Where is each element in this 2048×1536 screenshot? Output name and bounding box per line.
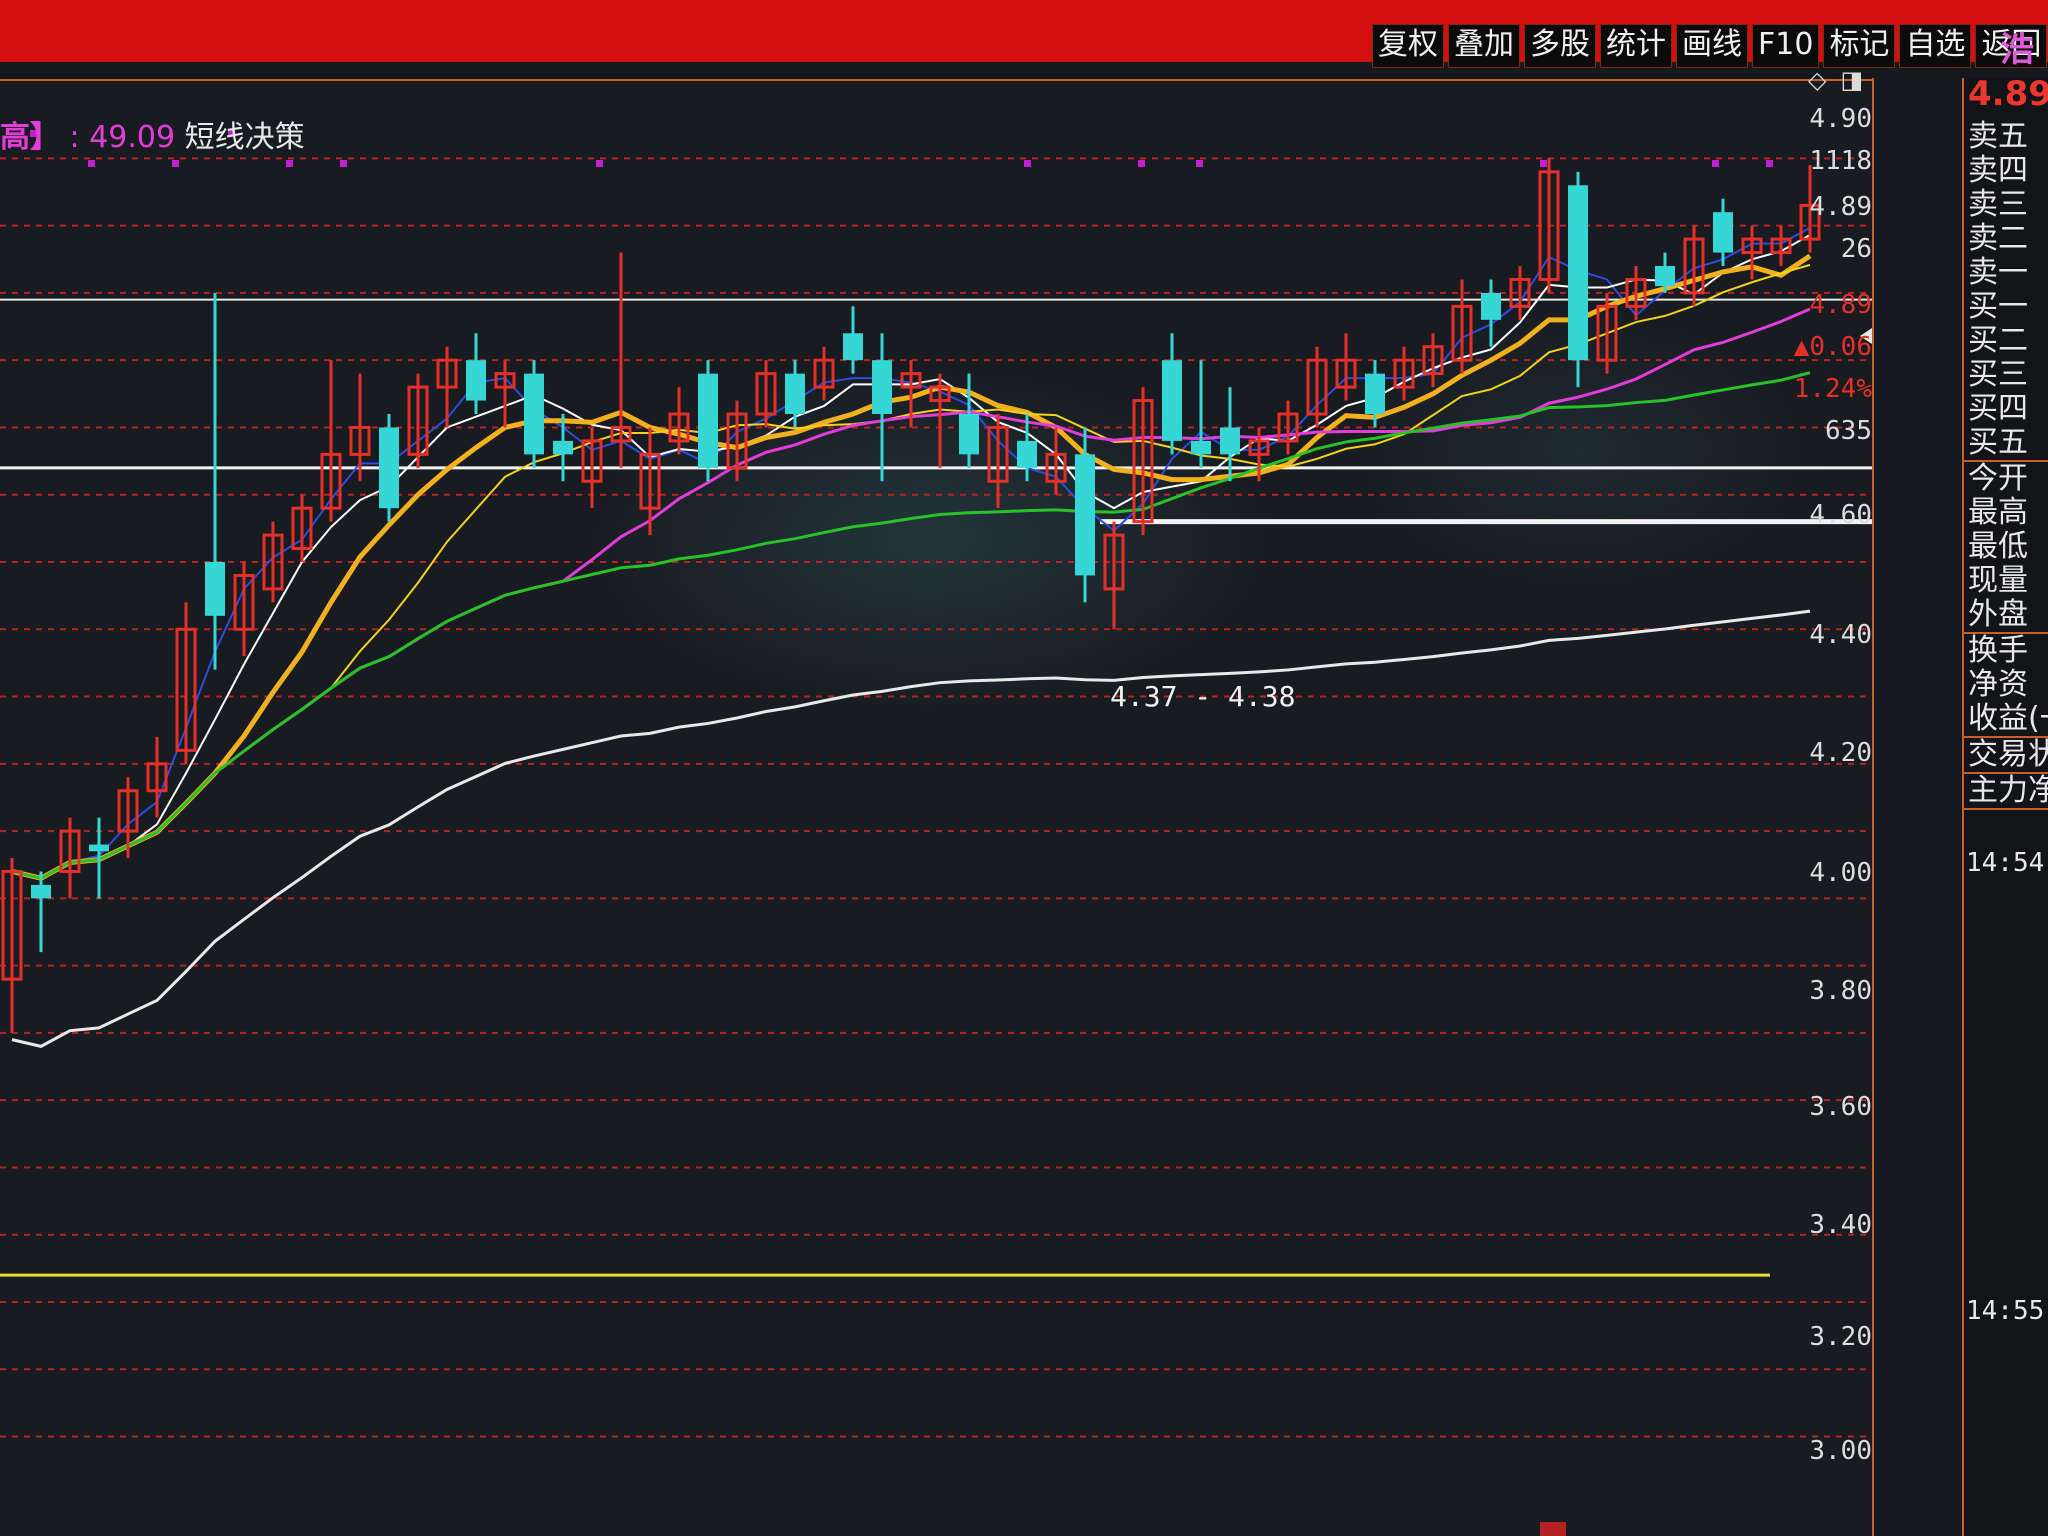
tick-time: 14:55	[1966, 1296, 2045, 1326]
indicator-name: 高】	[0, 120, 60, 155]
indicator-title: 短线决策	[184, 120, 305, 155]
kline-chart-svg: 4.37 - 4.38	[0, 79, 1872, 1438]
stat-row: 交易状	[1968, 738, 2048, 772]
price-axis-label: 3.80	[1809, 976, 1872, 1006]
signal-dot	[172, 160, 179, 167]
candle-body	[1162, 360, 1182, 441]
order-book-row[interactable]: 买三	[1968, 358, 2048, 392]
order-book-row[interactable]: 卖四	[1968, 154, 2048, 188]
order-book-row[interactable]: 买二	[1968, 324, 2048, 358]
ask-volume-label: 1118	[1809, 146, 1872, 176]
candle-body	[89, 844, 109, 852]
chart-corner-icons: ◇ ◨	[1808, 66, 1863, 94]
stat-row: 外盘	[1968, 598, 2028, 632]
price-axis-label: 4.89	[1809, 192, 1872, 222]
price-axis-label: 3.20	[1809, 1322, 1872, 1352]
price-axis-label: 4.90	[1809, 104, 1872, 134]
price-axis-label: 4.40	[1809, 620, 1872, 650]
candle-body	[1075, 454, 1095, 576]
panel-price: 4.89	[1968, 74, 2048, 114]
candle-body	[553, 440, 573, 455]
candle-body	[1568, 185, 1588, 361]
order-book-row[interactable]: 卖三	[1968, 188, 2048, 222]
stat-row: 主力净	[1968, 774, 2048, 808]
order-book-row[interactable]: 买五	[1968, 426, 2048, 460]
stat-row: 现量	[1968, 564, 2028, 598]
bid-volume-label: 635	[1825, 416, 1872, 446]
candle-body	[785, 373, 805, 414]
signal-dot	[88, 160, 95, 167]
stat-row: 收益(一	[1968, 702, 2048, 736]
candle-body	[379, 427, 399, 509]
change-percent-label: 1.24%	[1793, 374, 1872, 404]
signal-dot	[340, 160, 347, 167]
signal-dot	[1024, 160, 1031, 167]
price-axis-label: 3.60	[1809, 1092, 1872, 1122]
signal-dot	[1540, 160, 1547, 167]
diamond-icon[interactable]: ◇	[1808, 66, 1826, 94]
stat-row: 净资	[1968, 668, 2028, 702]
order-book-list: 卖五 卖四 卖三 卖二 卖一 买一 买二 买三 买四 买五 今开 最高 最低 现…	[1962, 120, 2048, 810]
order-book-row[interactable]: 买一	[1968, 290, 2048, 324]
candle-body	[205, 562, 225, 616]
signal-dot	[1712, 160, 1719, 167]
stat-row: 最低	[1968, 530, 2028, 564]
stat-row: 最高	[1968, 496, 2028, 530]
price-range-annotation: 4.37 - 4.38	[1110, 680, 1295, 713]
order-book-row[interactable]: 卖二	[1968, 222, 2048, 256]
change-label: ▲0.06	[1793, 332, 1872, 362]
order-book-row[interactable]: 卖五	[1968, 120, 2048, 154]
candle-body	[1220, 427, 1240, 455]
candle-body	[872, 360, 892, 414]
scroll-marker[interactable]	[1540, 1522, 1566, 1536]
candle-body	[31, 884, 51, 899]
order-book-row[interactable]: 卖一	[1968, 256, 2048, 290]
candle-body	[1713, 212, 1733, 253]
candle-body	[466, 360, 486, 401]
candle-body	[1655, 266, 1675, 287]
candle-body	[1191, 440, 1211, 455]
signal-dot	[1138, 160, 1145, 167]
signal-dot	[1766, 160, 1773, 167]
candle-body	[1365, 373, 1385, 414]
stat-row: 今开	[1968, 462, 2028, 496]
signal-dot	[1196, 160, 1203, 167]
price-axis-label: 3.00	[1809, 1436, 1872, 1466]
signal-dot	[596, 160, 603, 167]
y-axis-separator	[1872, 78, 1874, 1536]
ma60-line	[11, 371, 1811, 880]
last-price-label: 4.89	[1809, 290, 1872, 320]
panel-divider	[1962, 808, 2048, 810]
indicator-value: : 49.09	[69, 120, 176, 155]
price-axis-label: 3.40	[1809, 1210, 1872, 1240]
panel-toggle-icon[interactable]: ◨	[1840, 66, 1863, 94]
signal-dot	[286, 160, 293, 167]
candle-body	[843, 333, 863, 361]
price-axis-label: 4.00	[1809, 858, 1872, 888]
candle-body	[1017, 440, 1037, 468]
candle-body	[698, 373, 718, 468]
price-axis-label: 4.20	[1809, 738, 1872, 768]
candle-body	[959, 414, 979, 455]
candle-body	[524, 373, 544, 455]
stat-row: 换手	[1968, 634, 2028, 668]
candle-body	[1481, 292, 1501, 320]
order-book-row[interactable]: 买四	[1968, 392, 2048, 426]
tick-time: 14:54	[1966, 848, 2045, 878]
indicator-label: 高】 : 49.09 短线决策	[0, 112, 305, 156]
price-axis-label: 4.60	[1809, 500, 1872, 530]
ask2-volume-label: 26	[1840, 234, 1872, 264]
